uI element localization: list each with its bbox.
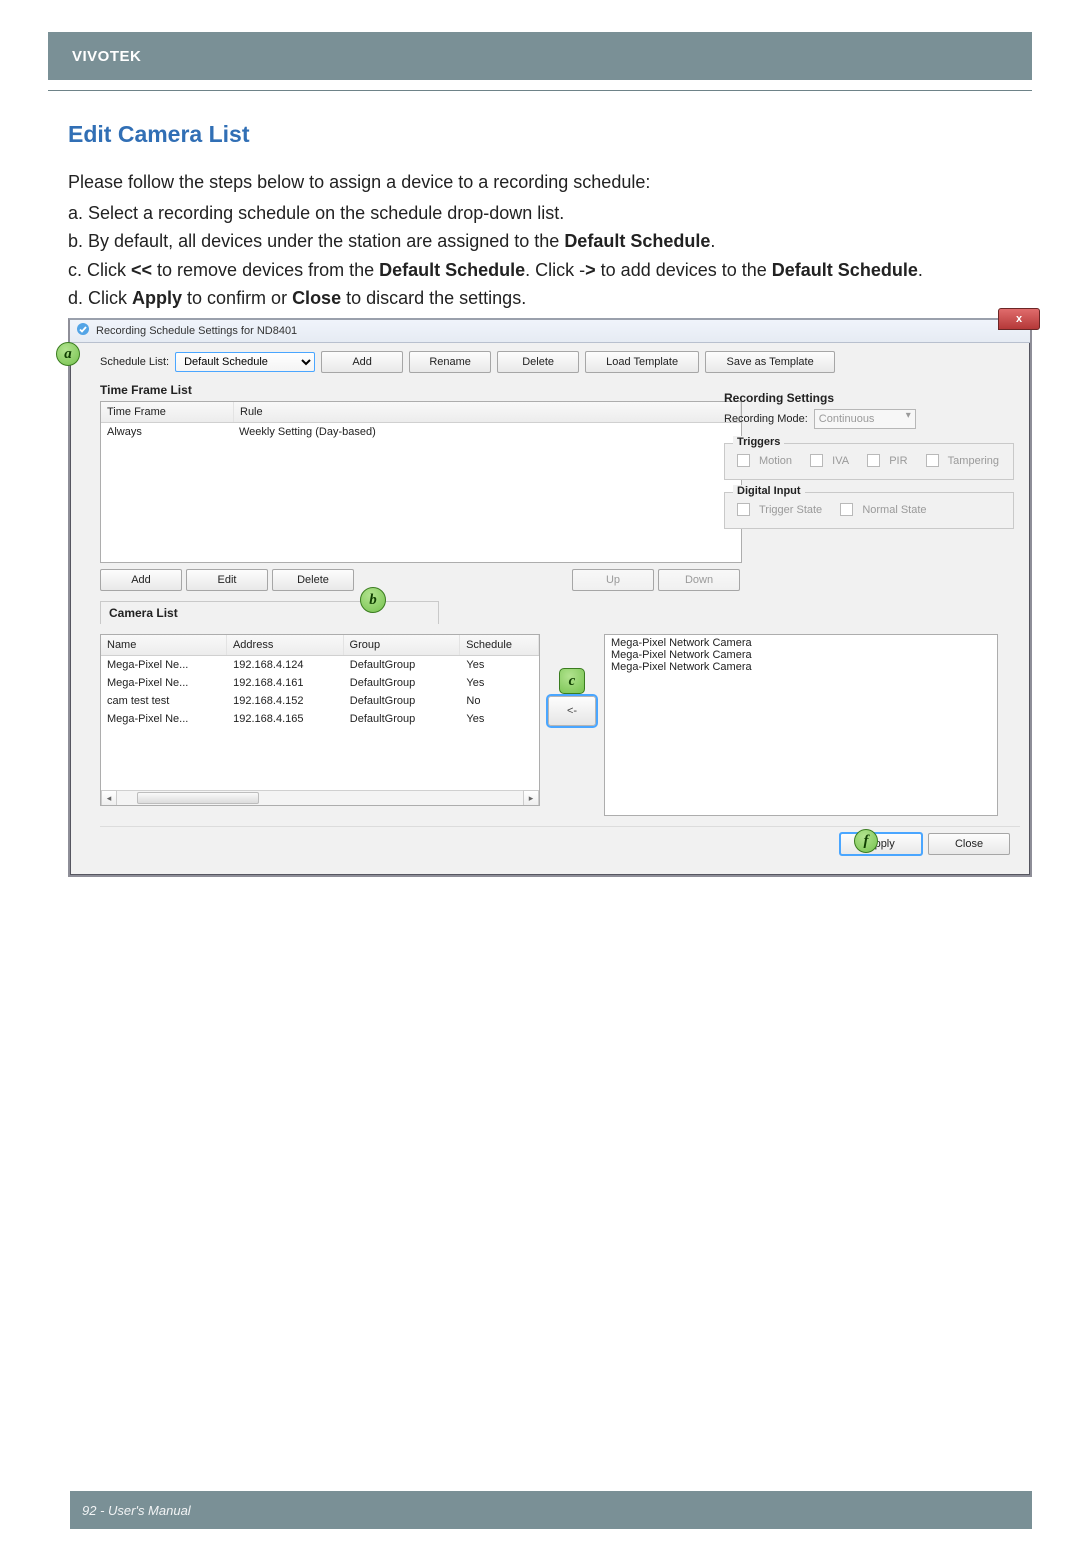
camera-target-list[interactable]: Mega-Pixel Network Camera Mega-Pixel Net… xyxy=(604,634,998,816)
pir-label: PIR xyxy=(889,455,907,467)
dialog-body: Schedule List: Default Schedule Add Rena… xyxy=(70,343,1030,875)
annotation-a: a xyxy=(56,342,80,366)
app-icon xyxy=(76,322,90,341)
iva-checkbox[interactable] xyxy=(810,454,823,467)
target-item[interactable]: Mega-Pixel Network Camera xyxy=(611,649,991,661)
window-close-button[interactable]: x xyxy=(998,308,1040,330)
schedule-list-label: Schedule List: xyxy=(100,356,169,368)
tf-actions: Add Edit Delete Up Down xyxy=(100,569,740,591)
camera-row[interactable]: Mega-Pixel Ne... 192.168.4.165 DefaultGr… xyxy=(101,710,539,728)
normal-state-checkbox[interactable] xyxy=(840,503,853,516)
cam-h-sched: Schedule xyxy=(460,635,539,655)
page-footer-text: 92 - User's Manual xyxy=(82,1503,191,1518)
tf-add-button[interactable]: Add xyxy=(100,569,182,591)
digital-input-title: Digital Input xyxy=(733,485,805,497)
recording-settings-title: Recording Settings xyxy=(724,391,1014,405)
tampering-checkbox[interactable] xyxy=(926,454,939,467)
tf-down-button[interactable]: Down xyxy=(658,569,740,591)
tf-header-frame: Time Frame xyxy=(101,402,234,422)
add-schedule-button[interactable]: Add xyxy=(321,351,403,373)
tf-delete-button[interactable]: Delete xyxy=(272,569,354,591)
scroll-thumb[interactable] xyxy=(137,792,259,804)
time-frame-list[interactable]: Time Frame Rule Always Weekly Setting (D… xyxy=(100,401,742,563)
brand-underline xyxy=(48,90,1032,91)
recording-mode-row: Recording Mode: Continuous xyxy=(724,409,1014,429)
move-buttons: c <- xyxy=(548,670,596,726)
intro-text: Please follow the steps below to assign … xyxy=(68,172,1024,193)
camera-area: Name Address Group Schedule Mega-Pixel N… xyxy=(100,634,1020,816)
triggers-title: Triggers xyxy=(733,436,784,448)
annotation-f: f xyxy=(854,829,878,853)
load-template-button[interactable]: Load Template xyxy=(585,351,699,373)
dialog-wrap: a Recording Schedule Settings for ND8401… xyxy=(68,318,1024,877)
step-c: c. Click << to remove devices from the D… xyxy=(68,258,1024,282)
camera-row[interactable]: Mega-Pixel Ne... 192.168.4.124 DefaultGr… xyxy=(101,656,539,674)
trigger-state-label: Trigger State xyxy=(759,504,822,516)
digital-input-group: Digital Input Trigger State Normal State xyxy=(724,492,1014,529)
triggers-row: Motion IVA PIR Tampering xyxy=(737,454,1005,467)
schedule-select[interactable]: Default Schedule xyxy=(175,352,315,372)
content: Edit Camera List Please follow the steps… xyxy=(0,103,1080,877)
brand-text: VIVOTEK xyxy=(72,48,141,65)
close-button[interactable]: Close xyxy=(928,833,1010,855)
motion-checkbox[interactable] xyxy=(737,454,750,467)
scroll-right-icon[interactable]: ▸ xyxy=(523,790,539,806)
dialog-footer: f Apply Close xyxy=(100,826,1020,865)
rename-schedule-button[interactable]: Rename xyxy=(409,351,491,373)
cam-h-name: Name xyxy=(101,635,227,655)
time-frame-row[interactable]: Always Weekly Setting (Day-based) xyxy=(101,423,741,441)
camera-source-list[interactable]: Name Address Group Schedule Mega-Pixel N… xyxy=(100,634,540,806)
pir-checkbox[interactable] xyxy=(867,454,880,467)
camera-left: Name Address Group Schedule Mega-Pixel N… xyxy=(100,634,540,806)
step-d: d. Click Apply to confirm or Close to di… xyxy=(68,286,1024,310)
apply-button[interactable]: Apply xyxy=(840,833,922,855)
step-b: b. By default, all devices under the sta… xyxy=(68,229,1024,253)
page-footer: 92 - User's Manual xyxy=(70,1491,1032,1529)
cam-h-group: Group xyxy=(344,635,461,655)
cam-h-addr: Address xyxy=(227,635,344,655)
tf-up-button[interactable]: Up xyxy=(572,569,654,591)
triggers-group: Triggers Motion IVA PIR Tampering xyxy=(724,443,1014,480)
step-a: a. Select a recording schedule on the sc… xyxy=(68,201,1024,225)
annotation-b: b xyxy=(360,587,386,613)
brand-bar: VIVOTEK xyxy=(48,32,1032,80)
dialog-titlebar: Recording Schedule Settings for ND8401 x xyxy=(70,320,1030,343)
remove-device-button[interactable]: <- xyxy=(548,696,596,726)
iva-label: IVA xyxy=(832,455,849,467)
delete-schedule-button[interactable]: Delete xyxy=(497,351,579,373)
annotation-c: c xyxy=(559,668,585,694)
dialog: a Recording Schedule Settings for ND8401… xyxy=(68,318,1032,877)
top-row: Schedule List: Default Schedule Add Rena… xyxy=(100,351,1020,373)
time-frame-header: Time Frame Rule xyxy=(101,402,741,423)
camera-row[interactable]: Mega-Pixel Ne... 192.168.4.161 DefaultGr… xyxy=(101,674,539,692)
camera-list-title: Camera List xyxy=(100,601,439,624)
tampering-label: Tampering xyxy=(948,455,999,467)
right-panel: Recording Settings Recording Mode: Conti… xyxy=(724,391,1014,541)
close-icon: x xyxy=(1016,313,1022,325)
recording-mode-label: Recording Mode: xyxy=(724,413,808,425)
steps-list: a. Select a recording schedule on the sc… xyxy=(68,201,1024,310)
trigger-state-checkbox[interactable] xyxy=(737,503,750,516)
tf-edit-button[interactable]: Edit xyxy=(186,569,268,591)
target-item[interactable]: Mega-Pixel Network Camera xyxy=(611,637,991,649)
section-title: Edit Camera List xyxy=(68,121,1024,148)
tf-rule: Weekly Setting (Day-based) xyxy=(233,423,741,441)
digital-input-row: Trigger State Normal State xyxy=(737,503,1005,516)
scroll-left-icon[interactable]: ◂ xyxy=(101,790,117,806)
recording-mode-select[interactable]: Continuous xyxy=(814,409,916,429)
target-item[interactable]: Mega-Pixel Network Camera xyxy=(611,661,991,673)
normal-state-label: Normal State xyxy=(862,504,926,516)
tf-name: Always xyxy=(101,423,233,441)
camera-scrollbar[interactable]: ◂ ▸ xyxy=(101,790,539,805)
camera-row[interactable]: cam test test 192.168.4.152 DefaultGroup… xyxy=(101,692,539,710)
dialog-title: Recording Schedule Settings for ND8401 xyxy=(96,325,297,337)
tf-header-rule: Rule xyxy=(234,402,741,422)
motion-label: Motion xyxy=(759,455,792,467)
camera-header: Name Address Group Schedule xyxy=(101,635,539,656)
save-template-button[interactable]: Save as Template xyxy=(705,351,835,373)
